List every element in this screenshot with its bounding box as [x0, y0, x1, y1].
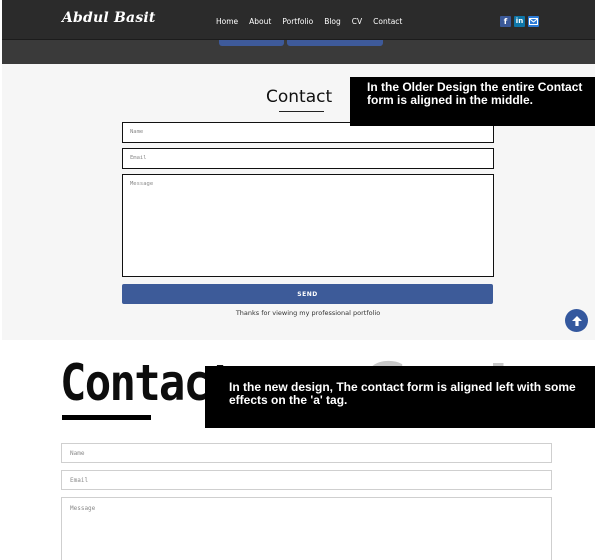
linkedin-icon[interactable]: in	[514, 16, 525, 27]
nav-menu: Home About Portfolio Blog CV Contact	[216, 17, 402, 26]
email-field[interactable]: Email	[122, 148, 494, 169]
name-placeholder: Name	[130, 129, 144, 135]
navbar: Abdul Basit Home About Portfolio Blog CV…	[2, 0, 595, 40]
annotation-old-design: In the Older Design the entire Contact f…	[350, 77, 595, 126]
email-placeholder: Email	[70, 477, 89, 484]
message-placeholder: Message	[70, 505, 96, 512]
thanks-text: Thanks for viewing my professional portf…	[235, 309, 381, 317]
facebook-icon[interactable]: f	[500, 16, 511, 27]
social-links: f in	[500, 16, 539, 27]
email-field[interactable]: Email	[61, 470, 552, 490]
old-design-screenshot: Abdul Basit Home About Portfolio Blog CV…	[2, 0, 595, 340]
name-field[interactable]: Name	[61, 443, 552, 463]
annotation-new-design: In the new design, The contact form is a…	[205, 366, 595, 428]
title-underline	[62, 415, 151, 420]
nav-item-contact[interactable]: Contact	[373, 17, 402, 26]
name-placeholder: Name	[70, 450, 85, 457]
email-placeholder: Email	[130, 155, 147, 161]
hidden-button	[287, 40, 383, 46]
message-field[interactable]: Message	[122, 174, 494, 277]
send-button[interactable]: SEND	[122, 284, 493, 304]
arrow-up-icon	[571, 315, 582, 326]
mail-icon[interactable]	[528, 16, 539, 27]
nav-item-home[interactable]: Home	[216, 17, 238, 26]
page-title: Contact	[266, 87, 333, 107]
nav-item-cv[interactable]: CV	[352, 17, 362, 26]
site-logo[interactable]: Abdul Basit	[62, 10, 156, 26]
hidden-button	[219, 40, 284, 46]
scroll-top-button[interactable]	[565, 309, 588, 332]
nav-item-blog[interactable]: Blog	[324, 17, 341, 26]
nav-item-about[interactable]: About	[249, 17, 271, 26]
message-field[interactable]: Message	[61, 497, 552, 560]
title-underline	[279, 111, 324, 112]
message-placeholder: Message	[130, 181, 154, 187]
nav-item-portfolio[interactable]: Portfolio	[282, 17, 313, 26]
